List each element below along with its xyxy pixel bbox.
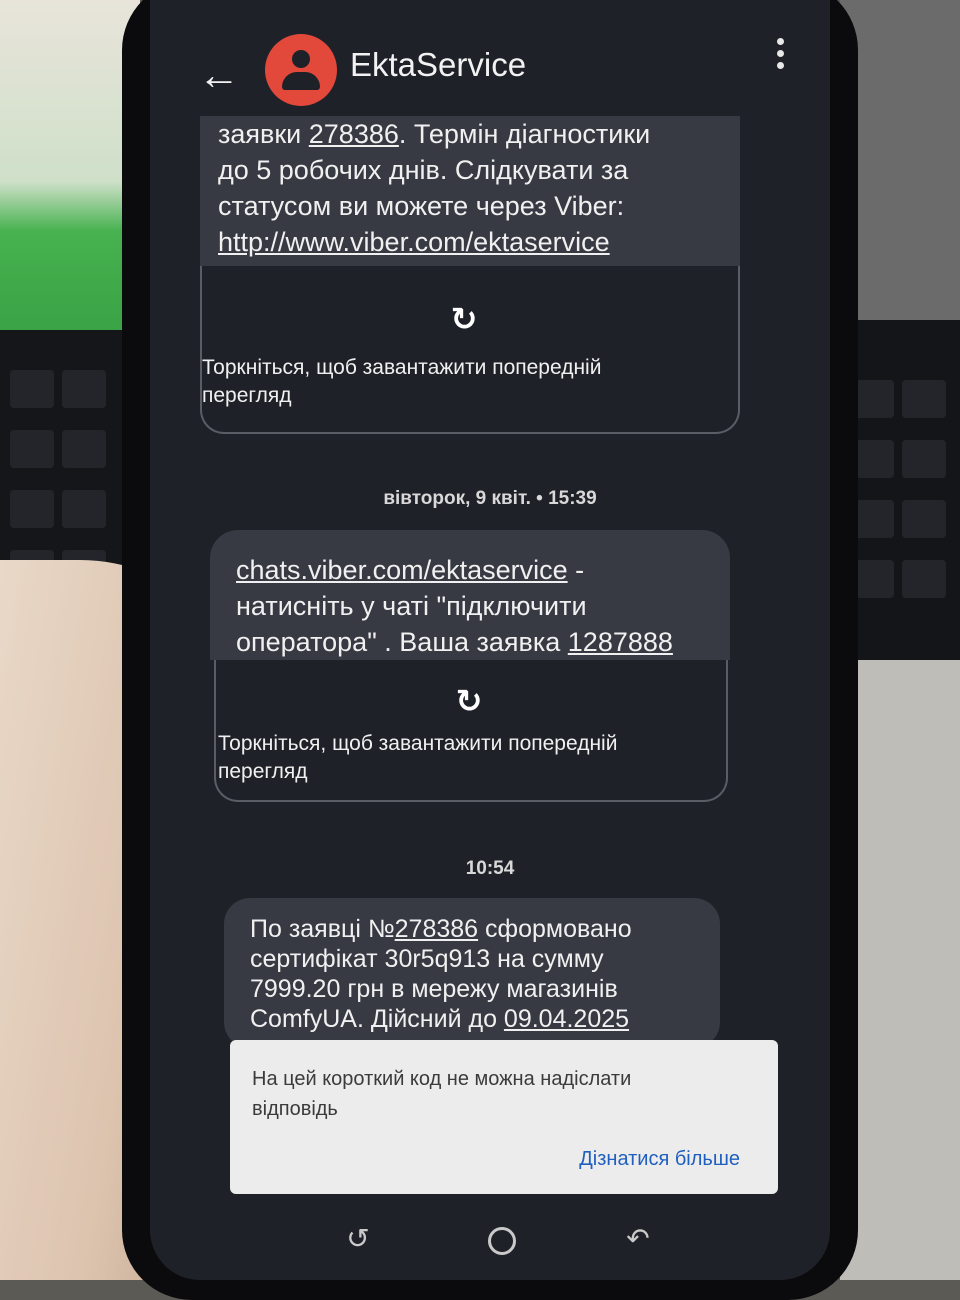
message-3-line-4: ComfyUA. Дійсний до 09.04.2025 bbox=[250, 1005, 630, 1033]
request-number-link-2[interactable]: 1287888 bbox=[568, 627, 673, 657]
refresh-icon: ↻ bbox=[455, 683, 483, 719]
conversation-header: ← EktaService bbox=[150, 0, 830, 120]
phone-screen: ← EktaService заявки 278386. Термін діаг… bbox=[150, 0, 830, 1280]
request-number-link[interactable]: 278386 bbox=[309, 119, 399, 149]
preview-label: Торкніться, щоб завантажити попередній п… bbox=[218, 732, 618, 783]
date-separator: вівторок, 9 квіт. • 15:39 bbox=[383, 488, 597, 509]
link-preview-1[interactable]: ↻ Торкніться, щоб завантажити попередній… bbox=[200, 266, 740, 434]
background-package bbox=[0, 0, 140, 330]
message-1-line-3: статусом ви можете через Viber: bbox=[218, 191, 625, 221]
short-code-notice: На цей короткий код не можна надіслати в… bbox=[252, 1068, 632, 1120]
refresh-icon: ↻ bbox=[450, 301, 478, 337]
person-icon-head bbox=[292, 50, 310, 68]
message-1-line-2: до 5 робочих днів. Слідкувати за bbox=[218, 155, 629, 185]
expiry-date-link[interactable]: 09.04.2025 bbox=[504, 1005, 629, 1033]
message-bubble-2[interactable]: chats.viber.com/ektaservice - натисніть … bbox=[210, 530, 730, 660]
background-top-right bbox=[840, 0, 960, 320]
background-keyboard-right bbox=[840, 320, 960, 660]
contact-name[interactable]: EktaService bbox=[350, 46, 526, 84]
back-nav-icon[interactable]: ↶ bbox=[620, 1221, 656, 1257]
message-bubble-1[interactable]: заявки 278386. Термін діагностики до 5 р… bbox=[200, 116, 740, 266]
learn-more-link[interactable]: Дізнатися більше bbox=[579, 1148, 740, 1171]
home-icon[interactable] bbox=[488, 1227, 516, 1255]
time-separator: 10:54 bbox=[465, 858, 515, 879]
preview-label: Торкніться, щоб завантажити попередній п… bbox=[202, 356, 602, 407]
message-3-line-1: По заявці №278386 сформовано bbox=[250, 915, 632, 943]
more-vertical-icon[interactable] bbox=[770, 34, 790, 74]
short-code-info-sheet: На цей короткий код не можна надіслати в… bbox=[230, 1040, 778, 1194]
viber-link[interactable]: http://www.viber.com/ektaservice bbox=[218, 227, 610, 257]
message-2-line-3: оператора" . Ваша заявка 1287888 bbox=[236, 627, 673, 657]
person-icon-body bbox=[282, 72, 320, 90]
chats-viber-link[interactable]: chats.viber.com/ektaservice bbox=[236, 555, 568, 585]
message-3-line-2: сертифікат 30r5q913 на сумму bbox=[250, 945, 604, 973]
request-number-link-3[interactable]: 278386 bbox=[395, 915, 478, 943]
message-bubble-3[interactable]: По заявці №278386 сформовано сертифікат … bbox=[224, 898, 720, 1048]
message-3-line-3: 7999.20 грн в мережу магазинів bbox=[250, 975, 618, 1003]
recents-icon[interactable]: ↺ bbox=[340, 1221, 376, 1257]
background-table bbox=[840, 660, 960, 1280]
system-nav-bar: ↺ ↶ bbox=[150, 1205, 830, 1275]
message-1-line-1: заявки 278386. Термін діагностики bbox=[218, 119, 651, 149]
message-2-line-2: натисніть у чаті "підключити bbox=[236, 591, 587, 621]
contact-avatar[interactable] bbox=[265, 34, 337, 106]
back-arrow-icon[interactable]: ← bbox=[194, 50, 244, 100]
link-preview-2[interactable]: ↻ Торкніться, щоб завантажити попередній… bbox=[214, 660, 728, 802]
